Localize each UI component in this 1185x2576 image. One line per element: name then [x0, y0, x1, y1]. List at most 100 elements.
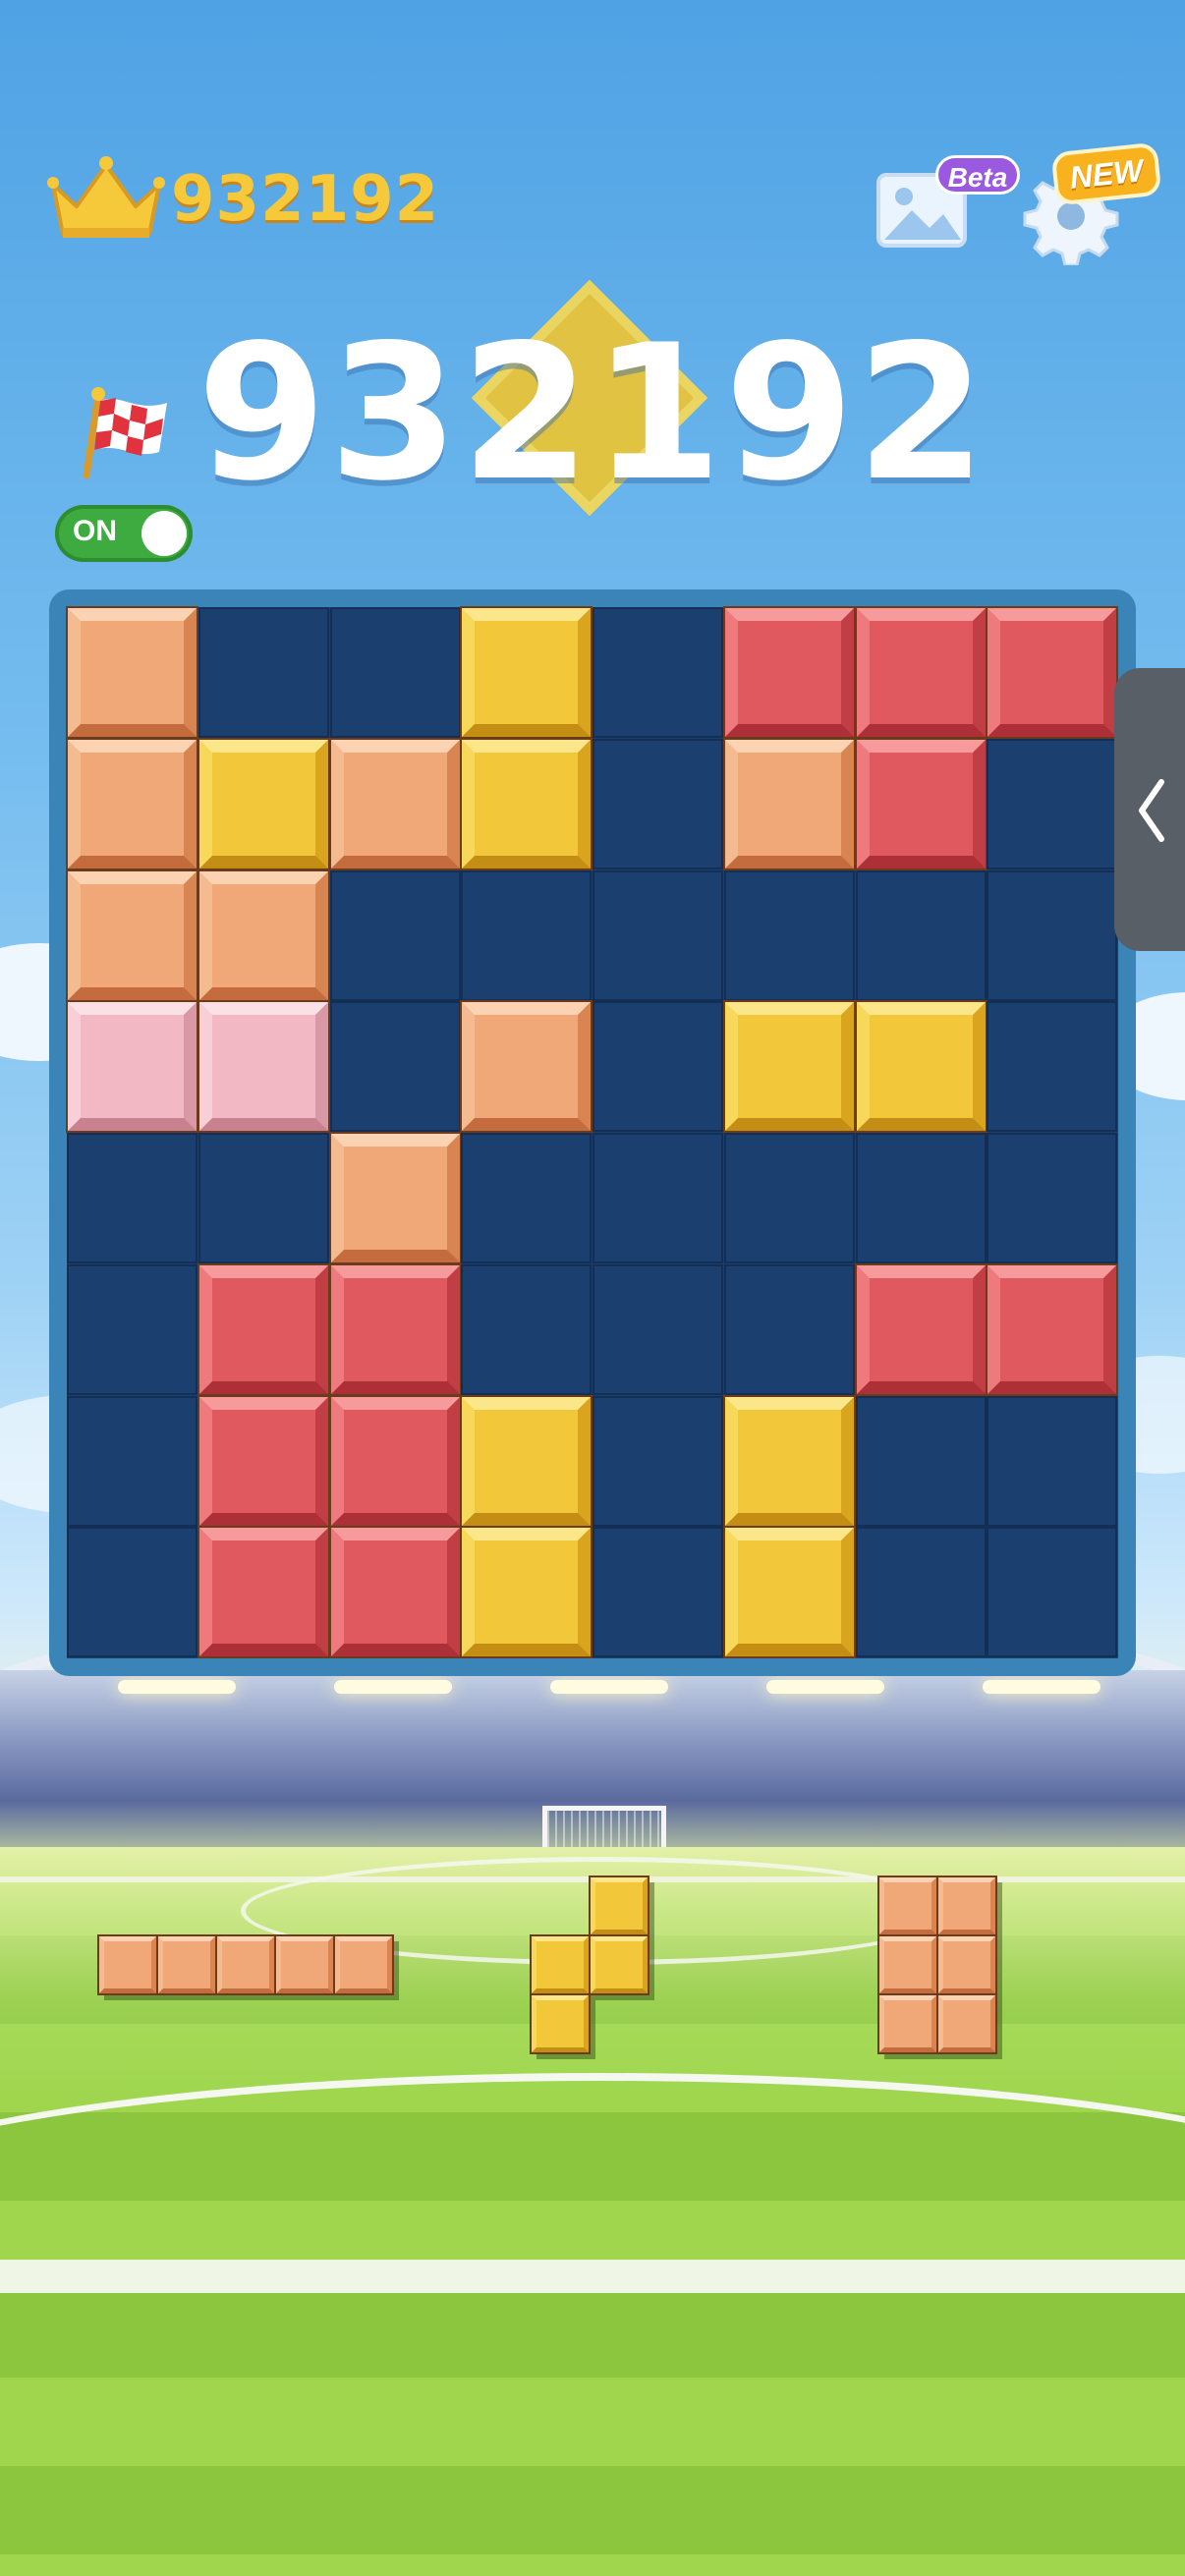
board-cell[interactable]	[987, 869, 1118, 1001]
yellow-piece-block	[530, 1993, 591, 2054]
board-cell[interactable]	[592, 1527, 723, 1658]
board-cell[interactable]	[855, 1133, 987, 1263]
board-cell[interactable]	[461, 1263, 592, 1395]
orange-block	[722, 737, 856, 870]
orange-piece-block	[97, 1934, 158, 1995]
red-block	[197, 1394, 330, 1528]
board-cell[interactable]	[67, 1133, 198, 1263]
halfway-line	[0, 2260, 1185, 2293]
board-cell[interactable]	[592, 1395, 723, 1527]
red-block	[328, 1262, 462, 1396]
red-block	[854, 606, 988, 739]
board-cell[interactable]	[67, 1263, 198, 1395]
yellow-piece-block	[589, 1934, 649, 1995]
red-block	[197, 1526, 330, 1659]
yellow-block	[460, 737, 593, 870]
yellow-block	[722, 1526, 856, 1659]
new-badge: NEW	[1050, 141, 1162, 206]
orange-piece-block	[274, 1934, 335, 1995]
orange-piece-block	[333, 1934, 394, 1995]
board-cell[interactable]	[592, 607, 723, 738]
yellow-block	[460, 606, 593, 739]
board-cell[interactable]	[329, 1001, 461, 1133]
toggle-label: ON	[73, 515, 117, 547]
board-cell[interactable]	[592, 1001, 723, 1133]
best-score-display: 932192	[47, 155, 439, 244]
board-cell[interactable]	[461, 1133, 592, 1263]
checkered-flag-icon[interactable]	[77, 385, 175, 483]
orange-block	[328, 737, 462, 870]
board-cell[interactable]	[987, 1001, 1118, 1133]
orange-piece-block	[936, 1934, 997, 1995]
stadium-light	[118, 1680, 236, 1694]
flag-toggle-switch[interactable]: ON	[55, 505, 193, 562]
yellow-block	[722, 1000, 856, 1134]
yellow-block	[197, 737, 330, 870]
toggle-knob	[141, 511, 187, 556]
red-block	[197, 1262, 330, 1396]
orange-block	[66, 737, 198, 870]
pink-block	[66, 1000, 198, 1134]
orange-block	[66, 868, 198, 1002]
board-cell[interactable]	[987, 738, 1118, 869]
board-cell[interactable]	[855, 1395, 987, 1527]
orange-piece-block	[936, 1993, 997, 2054]
red-block	[986, 606, 1119, 739]
board-cell[interactable]	[592, 1263, 723, 1395]
board-cell[interactable]	[855, 869, 987, 1001]
orange-block	[460, 1000, 593, 1134]
orange-piece-block	[877, 1934, 938, 1995]
board-cell[interactable]	[987, 1133, 1118, 1263]
board-cell[interactable]	[987, 1527, 1118, 1658]
soccer-goal	[542, 1806, 666, 1849]
chevron-left-icon	[1139, 779, 1164, 842]
red-block	[854, 737, 988, 870]
board-cell[interactable]	[592, 738, 723, 869]
orange-piece-block	[877, 1876, 938, 1936]
stadium-light	[983, 1680, 1100, 1694]
board-cell[interactable]	[723, 869, 855, 1001]
crown-icon	[47, 156, 165, 238]
stadium-light	[550, 1680, 668, 1694]
orange-piece-block	[877, 1993, 938, 2054]
red-block	[986, 1262, 1119, 1396]
game-scene: 932192 Beta NEW 932192 ON	[0, 0, 1185, 2576]
orange-piece-block	[215, 1934, 276, 1995]
board-cell[interactable]	[67, 1395, 198, 1527]
board-cell[interactable]	[987, 1395, 1118, 1527]
orange-block	[197, 868, 330, 1002]
red-block	[722, 606, 856, 739]
red-block	[328, 1526, 462, 1659]
board-cell[interactable]	[723, 1263, 855, 1395]
board-cell[interactable]	[198, 1133, 329, 1263]
yellow-block	[460, 1394, 593, 1528]
yellow-block	[854, 1000, 988, 1134]
best-score-value: 932192	[171, 163, 440, 236]
board-cell[interactable]	[198, 607, 329, 738]
orange-piece-block	[936, 1876, 997, 1936]
game-board[interactable]	[66, 606, 1119, 1659]
board-cell[interactable]	[592, 869, 723, 1001]
stadium-light	[766, 1680, 884, 1694]
yellow-block	[460, 1526, 593, 1659]
board-cell[interactable]	[461, 869, 592, 1001]
board-cell[interactable]	[67, 1527, 198, 1658]
board-cell[interactable]	[329, 869, 461, 1001]
red-block	[854, 1262, 988, 1396]
board-cell[interactable]	[723, 1133, 855, 1263]
yellow-piece-block	[589, 1876, 649, 1936]
side-panel-tab[interactable]	[1114, 668, 1185, 951]
stadium-light	[334, 1680, 452, 1694]
beta-badge: Beta	[935, 155, 1020, 195]
current-score: 932192	[197, 305, 988, 522]
pitch-arc	[0, 2073, 1185, 2344]
board-cell[interactable]	[592, 1133, 723, 1263]
yellow-piece-block	[530, 1934, 591, 1995]
red-block	[328, 1394, 462, 1528]
yellow-block	[722, 1394, 856, 1528]
board-cell[interactable]	[855, 1527, 987, 1658]
orange-piece-block	[156, 1934, 217, 1995]
pink-block	[197, 1000, 330, 1134]
orange-block	[328, 1132, 462, 1264]
board-cell[interactable]	[329, 607, 461, 738]
